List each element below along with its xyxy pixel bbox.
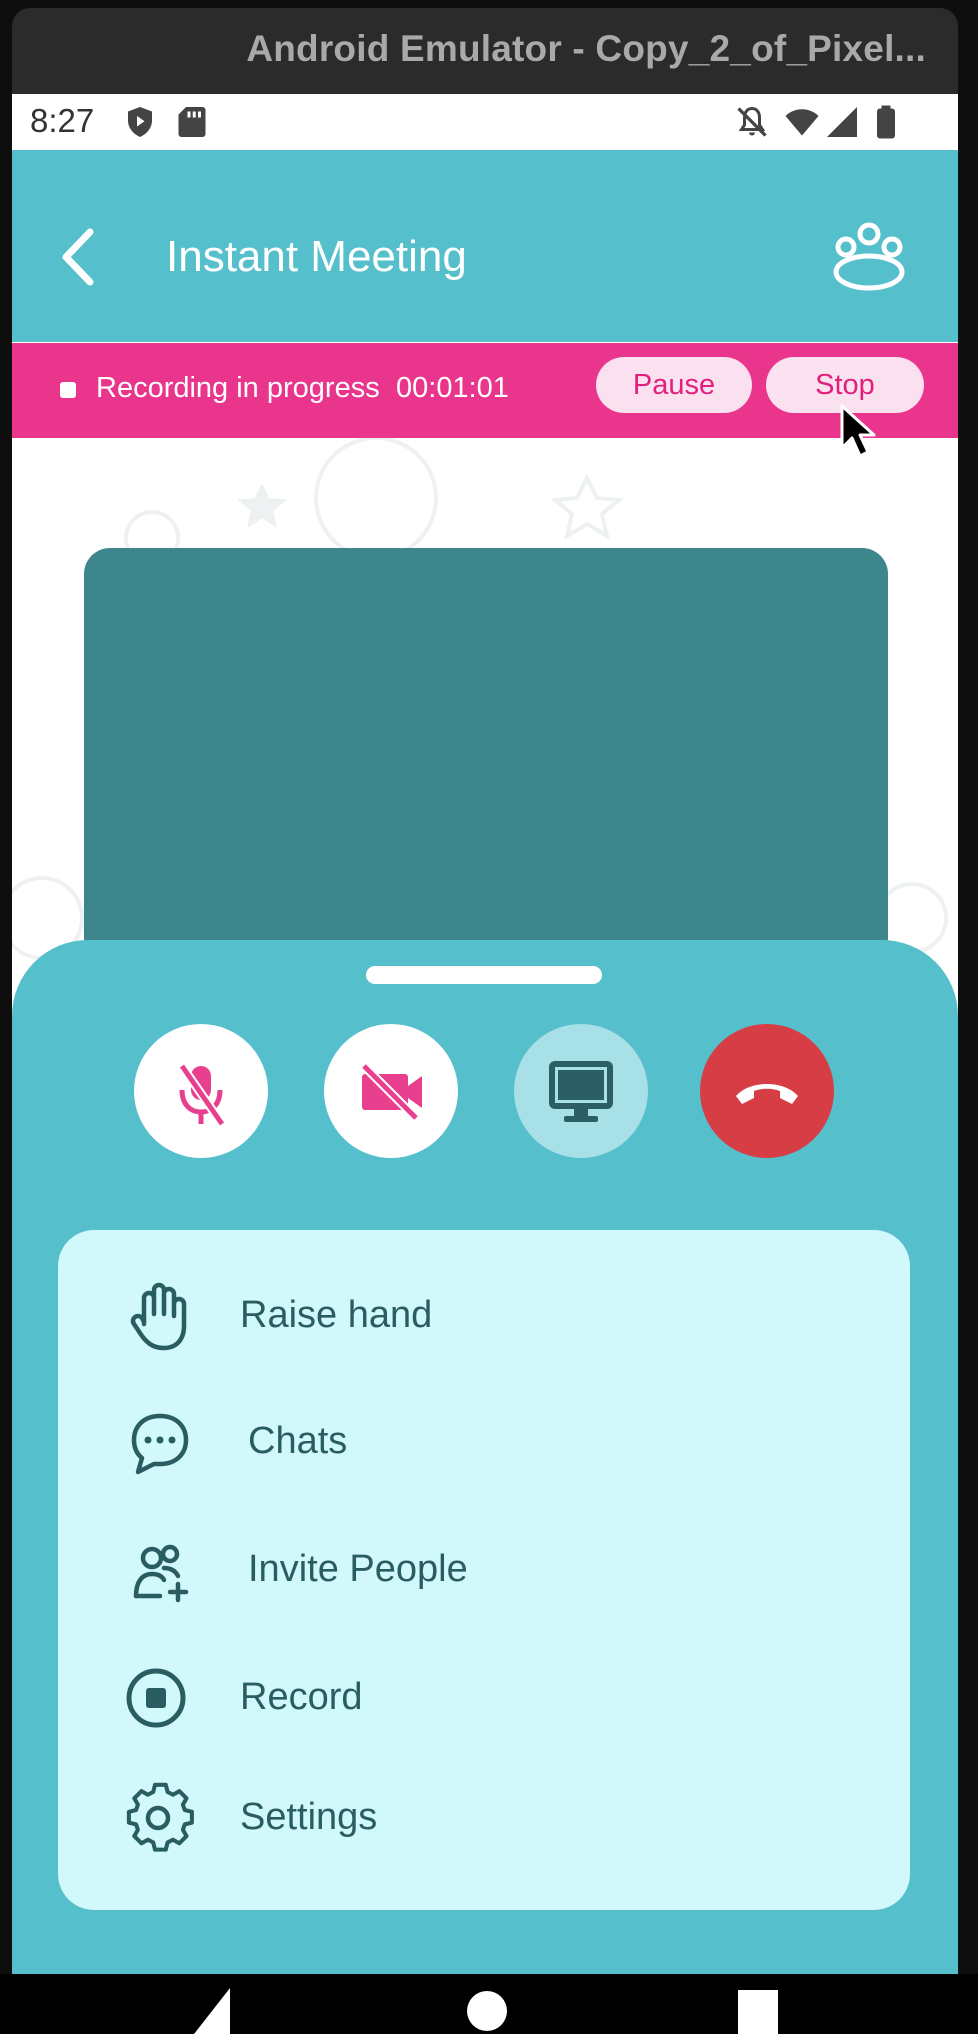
status-bar: 8:27 — [12, 94, 958, 150]
meeting-options-menu: Raise hand Chats Invite People Record Se… — [58, 1230, 910, 1910]
sd-card-icon — [178, 107, 206, 137]
status-time: 8:27 — [30, 102, 95, 139]
menu-item-label: Settings — [240, 1796, 378, 1838]
participants-icon[interactable] — [830, 220, 908, 292]
menu-item-settings[interactable]: Settings — [58, 1764, 910, 1874]
nav-recents-icon[interactable] — [738, 1990, 778, 2034]
recording-timer: 00:01:01 — [396, 372, 509, 404]
menu-item-record[interactable]: Record — [58, 1644, 910, 1754]
menu-item-label: Invite People — [248, 1548, 468, 1590]
monitor-icon — [549, 1061, 613, 1122]
menu-item-label: Record — [240, 1676, 363, 1718]
mouse-cursor-icon — [840, 404, 876, 458]
emulator-frame: Android Emulator - Copy_2_of_Pixel... 8:… — [0, 0, 978, 2034]
video-tile — [84, 548, 888, 968]
mute-mic-button[interactable] — [134, 1024, 268, 1158]
menu-item-invite-people[interactable]: Invite People — [58, 1516, 910, 1626]
menu-item-label: Chats — [248, 1420, 348, 1462]
record-icon — [126, 1668, 186, 1728]
mic-off-icon — [178, 1063, 226, 1127]
android-nav-bar — [0, 1974, 978, 2034]
meeting-controls-sheet: Raise hand Chats Invite People Record Se… — [12, 940, 958, 1974]
recording-banner: Recording in progress 00:01:01 Pause Sto… — [12, 343, 958, 438]
raise-hand-icon — [130, 1282, 187, 1351]
settings-icon — [126, 1782, 194, 1852]
end-call-button[interactable] — [700, 1024, 834, 1158]
recording-indicator-icon — [60, 382, 76, 398]
cellular-signal-icon — [827, 107, 857, 137]
drag-handle[interactable] — [366, 966, 602, 984]
app-bar: Instant Meeting — [12, 150, 958, 342]
video-off-icon — [360, 1062, 422, 1122]
recording-status-text: Recording in progress — [96, 372, 380, 404]
menu-item-raise-hand[interactable]: Raise hand — [58, 1262, 910, 1372]
nav-home-icon[interactable] — [464, 1988, 510, 2034]
hang-up-icon — [736, 1084, 798, 1104]
page-title: Instant Meeting — [166, 232, 467, 281]
shield-icon — [128, 107, 152, 137]
phone-screen: 8:27 Instant Meeting Recording in progre… — [12, 94, 958, 1974]
menu-item-label: Raise hand — [240, 1294, 433, 1336]
nav-back-icon[interactable] — [190, 1988, 234, 2034]
window-title: Android Emulator - Copy_2_of_Pixel... — [246, 28, 926, 69]
pause-recording-button[interactable]: Pause — [596, 357, 752, 413]
notifications-off-icon — [737, 106, 767, 137]
back-arrow-icon[interactable] — [56, 226, 100, 288]
battery-icon — [877, 105, 895, 139]
menu-item-chats[interactable]: Chats — [58, 1388, 910, 1498]
chat-icon — [131, 1413, 189, 1475]
wifi-icon — [785, 109, 819, 136]
camera-toggle-button[interactable] — [324, 1024, 458, 1158]
emulator-title-bar: Android Emulator - Copy_2_of_Pixel... — [12, 8, 958, 94]
invite-people-icon — [133, 1544, 189, 1603]
screen-share-button[interactable] — [514, 1024, 648, 1158]
